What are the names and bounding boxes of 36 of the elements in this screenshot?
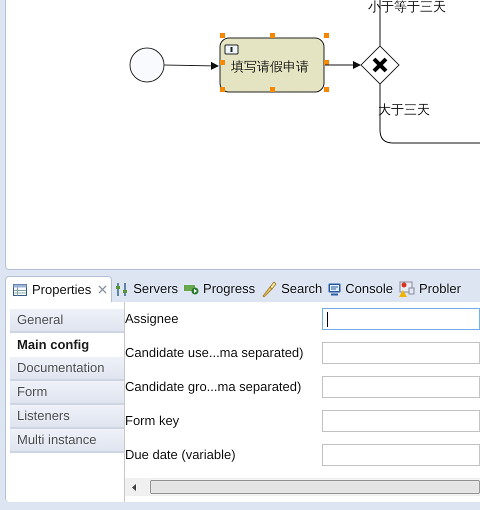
input-field[interactable] — [322, 410, 480, 432]
servers-icon — [115, 282, 130, 296]
section-tab[interactable]: General — [10, 309, 124, 333]
section-tab[interactable]: Listeners — [10, 405, 124, 429]
section-tab[interactable]: Form — [10, 381, 124, 405]
close-icon[interactable] — [98, 285, 108, 294]
field-label: Candidate use...ma separated) — [125, 344, 304, 362]
text-cursor — [327, 312, 328, 326]
scroll-thumb[interactable] — [150, 480, 480, 494]
field-label: Candidate gro...ma separated) — [125, 378, 302, 396]
field-label: Assignee — [125, 310, 180, 328]
horizontal-scrollbar[interactable] — [125, 478, 480, 496]
field-label: Form key — [125, 412, 180, 430]
user-task-icon — [224, 44, 238, 54]
view-tab[interactable]: Properties — [5, 276, 112, 302]
sequence-flow — [164, 62, 219, 70]
sequence-flow — [324, 61, 361, 69]
progress-icon — [184, 283, 200, 295]
input-field[interactable] — [322, 342, 480, 364]
monitor-icon — [328, 282, 342, 296]
view-tab[interactable]: Probler — [396, 276, 464, 302]
section-tab[interactable]: Documentation — [10, 357, 124, 381]
input-field[interactable] — [322, 308, 480, 330]
view-tab[interactable]: Progress — [181, 276, 258, 302]
section-tab[interactable]: Multi instance — [10, 429, 124, 453]
input-field[interactable] — [322, 444, 480, 466]
scroll-left-icon[interactable] — [132, 484, 136, 490]
input-field[interactable] — [322, 376, 480, 398]
field-label: Due date (variable) — [125, 446, 237, 464]
view-tab[interactable]: Servers — [112, 276, 182, 302]
start-event — [130, 48, 164, 82]
task-label: 填写请假申请 — [230, 58, 310, 76]
view-tab[interactable]: Search — [258, 276, 326, 302]
table-icon — [13, 284, 27, 296]
exclusive-gateway — [360, 45, 400, 85]
view-tab[interactable]: Console — [325, 276, 396, 302]
